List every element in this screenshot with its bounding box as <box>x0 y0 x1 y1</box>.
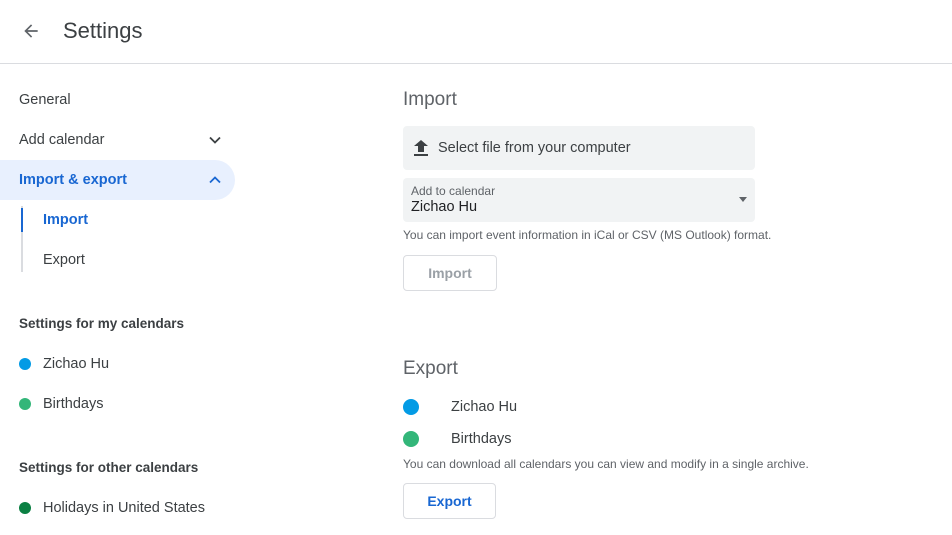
sidebar-item-general[interactable]: General <box>0 80 235 120</box>
calendar-name: Zichao Hu <box>43 356 110 372</box>
sidebar-item-add-calendar[interactable]: Add calendar <box>0 120 235 160</box>
chevron-down-icon <box>207 132 223 148</box>
sidebar-item-label: General <box>19 92 71 108</box>
page-title: Settings <box>63 18 143 43</box>
chevron-up-icon <box>207 172 223 188</box>
export-hint: You can download all calendars you can v… <box>403 457 809 471</box>
select-file-button[interactable]: Select file from your computer <box>403 126 755 170</box>
select-caption: Add to calendar <box>411 184 496 198</box>
other-calendars-heading: Settings for other calendars <box>19 460 199 475</box>
settings-main: Import Select file from your computer Ad… <box>403 64 952 535</box>
my-calendars-heading: Settings for my calendars <box>19 316 185 331</box>
arrow-back-icon <box>24 24 38 38</box>
select-value: Zichao Hu <box>411 199 478 215</box>
add-to-calendar-select[interactable]: Add to calendar Zichao Hu <box>403 178 755 222</box>
upload-icon <box>414 140 428 156</box>
import-button[interactable]: Import <box>403 255 497 291</box>
export-calendar-item: Birthdays <box>403 429 511 449</box>
sidebar-item-import-export[interactable]: Import & export <box>0 160 235 200</box>
calendar-color-dot <box>403 399 419 415</box>
dropdown-arrow-icon <box>739 197 747 202</box>
calendar-color-dot <box>19 358 31 370</box>
app-header: Settings <box>0 0 952 64</box>
calendar-color-dot <box>19 398 31 410</box>
sidebar-subitem-import[interactable]: Import <box>43 208 88 232</box>
sidebar-item-label: Add calendar <box>19 132 105 148</box>
sidebar-item-label: Import & export <box>19 172 127 188</box>
calendar-name: Birthdays <box>43 396 104 412</box>
back-button[interactable] <box>14 14 48 48</box>
calendar-color-dot <box>19 502 31 514</box>
import-section-title: Import <box>403 89 457 110</box>
export-calendar-item: Zichao Hu <box>403 397 517 417</box>
export-section-title: Export <box>403 358 458 379</box>
sidebar-calendar-birthdays[interactable]: Birthdays <box>19 392 103 416</box>
sidebar-calendar-holidays[interactable]: Holidays in United States <box>19 496 205 520</box>
select-file-label: Select file from your computer <box>438 140 631 156</box>
subnav-active-indicator <box>21 208 23 232</box>
import-hint: You can import event information in iCal… <box>403 228 772 242</box>
sidebar-subitem-export[interactable]: Export <box>43 248 85 272</box>
calendar-color-dot <box>403 431 419 447</box>
settings-sidebar: General Add calendar Import & export Imp… <box>0 64 236 535</box>
export-button[interactable]: Export <box>403 483 496 519</box>
calendar-name: Holidays in United States <box>43 500 205 516</box>
calendar-name: Birthdays <box>451 431 512 447</box>
sidebar-calendar-zichao-hu[interactable]: Zichao Hu <box>19 352 109 376</box>
calendar-name: Zichao Hu <box>451 399 518 415</box>
